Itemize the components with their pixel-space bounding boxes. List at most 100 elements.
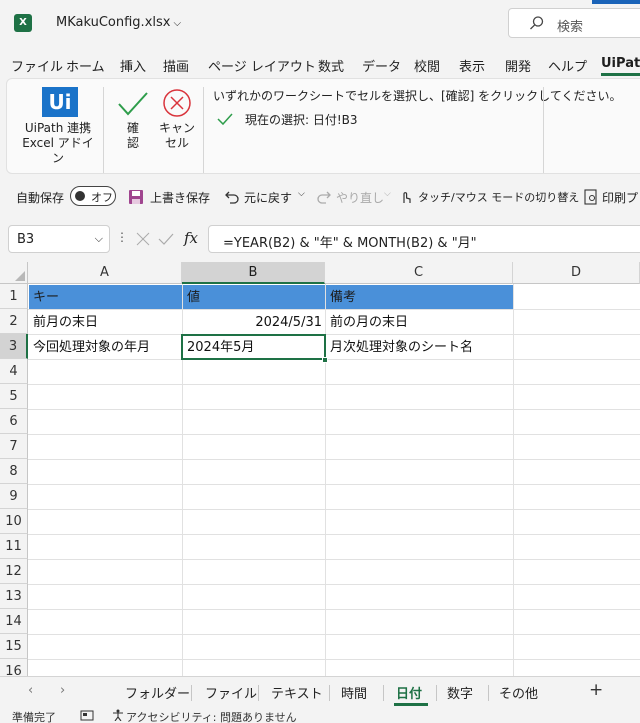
accessibility-status[interactable]: アクセシビリティ: 問題ありません xyxy=(126,709,297,723)
tab-data[interactable]: データ xyxy=(362,56,401,75)
autosave-toggle[interactable]: オフ xyxy=(70,186,116,206)
tab-file[interactable]: ファイル xyxy=(11,56,63,75)
confirm-label: 確 認 xyxy=(113,121,153,151)
undo-button[interactable]: 元に戻す ⌵ xyxy=(224,186,308,208)
tab-home[interactable]: ホーム xyxy=(66,56,105,75)
row-gridline xyxy=(28,509,640,510)
row-header[interactable]: 13 xyxy=(0,584,28,609)
print-preview-button[interactable]: 印刷プ xyxy=(584,186,640,208)
cell-c3[interactable]: 月次処理対象のシート名 xyxy=(326,335,513,360)
tab-view[interactable]: 表示 xyxy=(459,56,485,75)
row-header[interactable]: 1 xyxy=(0,284,28,309)
chevron-down-icon[interactable]: ⌵ xyxy=(95,232,103,246)
tab-insert[interactable]: 挿入 xyxy=(120,56,146,75)
touch-dropdown-icon[interactable]: ⌵ xyxy=(562,189,569,199)
row-gridline xyxy=(28,609,640,610)
sheet-tab-other[interactable]: その他 xyxy=(499,683,538,702)
sheet-tab-file[interactable]: ファイル xyxy=(205,683,257,702)
cell-b2[interactable]: 2024/5/31 xyxy=(183,310,325,335)
file-name-title[interactable]: MKakuConfig.xlsx ⌵ xyxy=(56,15,181,30)
macro-recording-icon[interactable] xyxy=(80,710,94,721)
fill-handle[interactable] xyxy=(322,357,328,363)
tab-draw[interactable]: 描画 xyxy=(163,56,189,75)
save-icon xyxy=(129,190,143,204)
sheet-tab-number[interactable]: 数字 xyxy=(447,683,473,702)
select-all-corner[interactable] xyxy=(0,262,28,284)
print-preview-icon xyxy=(584,189,597,205)
row-gridline xyxy=(28,659,640,660)
undo-dropdown-icon[interactable]: ⌵ xyxy=(298,189,305,199)
cancel-edit-icon[interactable] xyxy=(136,232,150,246)
row-gridline xyxy=(28,484,640,485)
redo-dropdown-icon[interactable]: ⌵ xyxy=(384,189,391,199)
sheet-tab-date[interactable]: 日付 xyxy=(396,683,422,702)
more-options-icon[interactable]: ⋮ xyxy=(116,230,128,244)
cell-a3[interactable]: 今回処理対象の年月 xyxy=(29,335,182,360)
row-header[interactable]: 5 xyxy=(0,384,28,409)
column-header-a[interactable]: A xyxy=(28,262,182,284)
column-header-d[interactable]: D xyxy=(513,262,640,284)
save-button[interactable]: 上書き保存 xyxy=(128,186,210,208)
tab-review[interactable]: 校閲 xyxy=(414,56,440,75)
touch-mode-button[interactable]: タッチ/マウス モードの切り替え ⌵ xyxy=(398,186,579,208)
cancel-label-line1: キャン xyxy=(155,121,199,136)
active-cell-border xyxy=(181,334,326,360)
formula-buttons: fx xyxy=(128,225,206,253)
cell-a2[interactable]: 前月の末日 xyxy=(29,310,182,335)
row-header[interactable]: 4 xyxy=(0,359,28,384)
tab-page-layout[interactable]: ページ レイアウト xyxy=(208,56,316,75)
column-header-b[interactable]: B xyxy=(182,262,325,284)
add-sheet-button[interactable]: + xyxy=(589,680,603,700)
sheet-tab-time[interactable]: 時間 xyxy=(341,683,367,702)
next-sheet-icon[interactable]: › xyxy=(60,683,65,698)
insert-function-icon[interactable]: fx xyxy=(184,229,198,247)
enter-edit-icon[interactable] xyxy=(158,232,174,246)
row-header[interactable]: 6 xyxy=(0,409,28,434)
prev-sheet-icon[interactable]: ‹ xyxy=(28,683,33,698)
addin-label-line1: UiPath 連携 xyxy=(24,121,92,135)
row-header[interactable]: 3 xyxy=(0,334,28,359)
active-tab-indicator xyxy=(601,73,640,76)
confirm-button[interactable]: 確 認 xyxy=(113,85,153,165)
formula-text: =YEAR(B2) & "年" & MONTH(B2) & "月" xyxy=(223,236,477,251)
tab-formulas[interactable]: 数式 xyxy=(318,56,344,75)
row-header[interactable]: 16 xyxy=(0,659,28,676)
column-header-c[interactable]: C xyxy=(325,262,513,284)
row-header[interactable]: 14 xyxy=(0,609,28,634)
row-header[interactable]: 12 xyxy=(0,559,28,584)
formula-input[interactable]: =YEAR(B2) & "年" & MONTH(B2) & "月" xyxy=(208,225,640,253)
excel-icon: X xyxy=(14,14,32,32)
cell-c1[interactable]: 備考 xyxy=(326,285,513,310)
row-header[interactable]: 8 xyxy=(0,459,28,484)
uipath-logo-icon[interactable]: Ui xyxy=(42,87,78,117)
worksheet-grid[interactable]: A B C D 1 2 3 4 5 6 7 8 9 10 11 12 13 14… xyxy=(0,262,640,676)
cancel-button[interactable]: キャン セル xyxy=(155,85,199,171)
tab-separator xyxy=(329,685,330,701)
confirm-label-line2: 認 xyxy=(126,136,139,150)
cell-b1[interactable]: 値 xyxy=(183,285,325,310)
search-icon xyxy=(530,16,544,30)
sheet-tab-folder[interactable]: フォルダー xyxy=(125,683,190,702)
cancel-label-line2: セル xyxy=(164,136,189,150)
cancel-label-part1: キャ xyxy=(158,121,183,135)
tab-uipath[interactable]: UiPath xyxy=(601,56,640,71)
row-header[interactable]: 15 xyxy=(0,634,28,659)
row-header[interactable]: 10 xyxy=(0,509,28,534)
cell-a1[interactable]: キー xyxy=(29,285,182,310)
cell-c2[interactable]: 前の月の末日 xyxy=(326,310,513,335)
formula-bar: B3 ⌵ ⋮ fx =YEAR(B2) & "年" & MONTH(B2) & … xyxy=(0,222,640,256)
row-header[interactable]: 7 xyxy=(0,434,28,459)
sheet-tab-text[interactable]: テキスト xyxy=(271,683,323,702)
row-header[interactable]: 2 xyxy=(0,309,28,334)
redo-button[interactable]: やり直し ⌵ xyxy=(316,186,392,208)
search-input[interactable]: 検索 xyxy=(508,8,640,38)
name-box[interactable]: B3 ⌵ xyxy=(8,225,110,253)
row-header[interactable]: 11 xyxy=(0,534,28,559)
tab-help[interactable]: ヘルプ xyxy=(548,56,587,75)
ribbon-divider xyxy=(103,87,104,173)
tab-developer[interactable]: 開発 xyxy=(505,56,531,75)
row-header[interactable]: 9 xyxy=(0,484,28,509)
cancel-icon xyxy=(163,89,191,117)
search-placeholder: 検索 xyxy=(557,20,584,35)
autosave-state: オフ xyxy=(91,191,113,204)
